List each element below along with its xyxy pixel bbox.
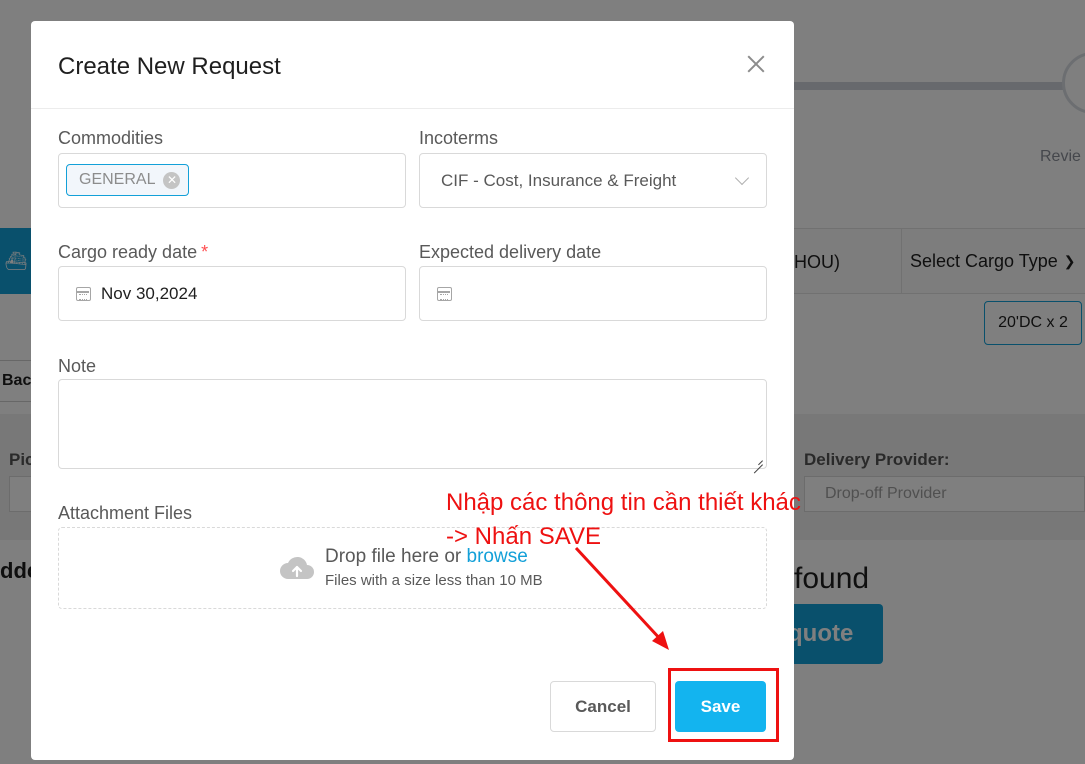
- commodities-select[interactable]: GENERAL ✕: [58, 153, 406, 208]
- incoterms-label: Incoterms: [419, 128, 498, 149]
- cargo-ready-date-picker[interactable]: Nov 30,2024: [58, 266, 406, 321]
- commodity-tag-label: GENERAL: [79, 171, 155, 189]
- modal-title: Create New Request: [58, 53, 281, 81]
- note-label: Note: [58, 356, 96, 377]
- cargo-ready-date-label: Cargo ready date*: [58, 242, 208, 263]
- expected-delivery-date-label: Expected delivery date: [419, 242, 601, 263]
- cargo-ready-date-value: Nov 30,2024: [101, 284, 197, 304]
- commodities-label: Commodities: [58, 128, 163, 149]
- incoterms-select[interactable]: CIF - Cost, Insurance & Freight: [419, 153, 767, 208]
- cargo-ready-date-label-text: Cargo ready date: [58, 242, 197, 262]
- annotation-text: Nhập các thông tin cần thiết khác -> Nhấ…: [446, 486, 801, 554]
- remove-tag-icon[interactable]: ✕: [163, 172, 180, 189]
- commodity-tag: GENERAL ✕: [66, 164, 189, 196]
- cancel-button[interactable]: Cancel: [550, 681, 656, 732]
- modal-header: Create New Request: [31, 21, 794, 109]
- annotation-line-1: Nhập các thông tin cần thiết khác: [446, 489, 801, 516]
- incoterms-value: CIF - Cost, Insurance & Freight: [441, 171, 676, 191]
- attachment-label: Attachment Files: [58, 503, 192, 524]
- file-size-hint: Files with a size less than 10 MB: [325, 572, 543, 589]
- annotation-line-2: -> Nhấn SAVE: [446, 523, 601, 550]
- calendar-icon: [437, 287, 452, 301]
- cloud-upload-icon: [279, 552, 315, 582]
- calendar-icon: [76, 287, 91, 301]
- chevron-down-icon: [735, 171, 749, 185]
- drop-text-label: Drop file here or: [325, 546, 461, 567]
- note-textarea[interactable]: [58, 379, 767, 469]
- create-request-modal: Create New Request Commodities GENERAL ✕…: [31, 21, 794, 760]
- close-icon[interactable]: [745, 53, 767, 75]
- required-mark: *: [201, 242, 208, 262]
- annotation-highlight-box: [668, 668, 779, 742]
- resize-handle-icon[interactable]: [754, 456, 763, 465]
- expected-delivery-date-picker[interactable]: [419, 266, 767, 321]
